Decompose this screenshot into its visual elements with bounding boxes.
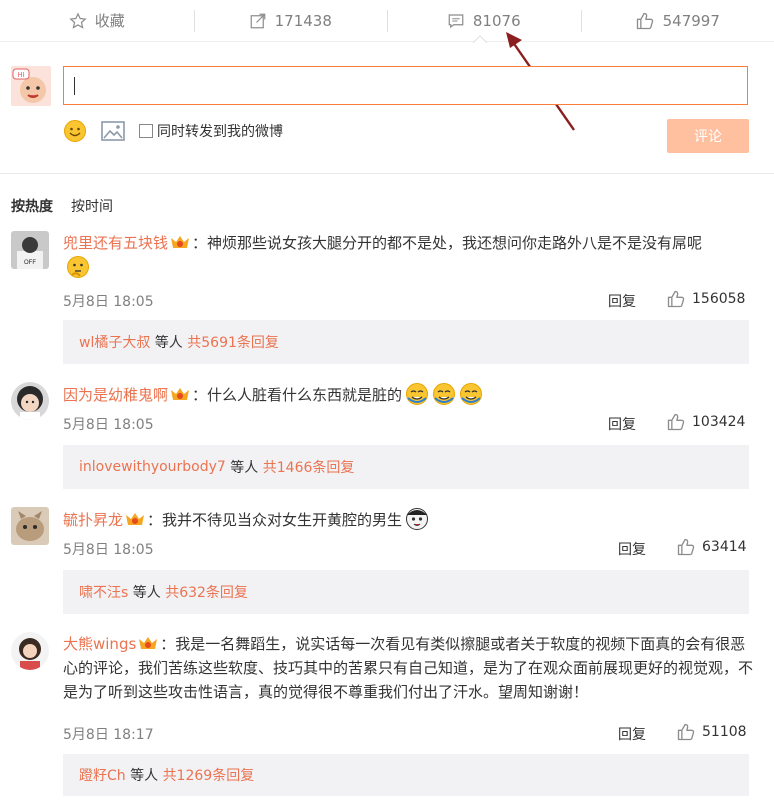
sort-by-hot-tab[interactable]: 按热度: [11, 196, 53, 216]
sweat-smile-icon: [406, 383, 429, 405]
reply-user[interactable]: inlovewithyourbody7: [79, 459, 226, 475]
repost-checkbox-label: 同时转发到我的微博: [157, 124, 283, 140]
vip-badge-icon: [171, 388, 190, 400]
comment-like-button[interactable]: 51108: [676, 722, 747, 742]
thumbs-up-icon: [635, 11, 655, 31]
comment-time: 5月8日 18:17: [63, 727, 154, 743]
thinking-face-icon: [67, 256, 89, 278]
comment-like-button[interactable]: 156058: [666, 289, 745, 309]
comment-text: ：我是一名舞蹈生，说实话每一次看见有类似擦腿或者关于软度的视频下面真的会有很恶心…: [63, 635, 754, 701]
active-tab-caret: [473, 35, 487, 43]
emoji-icon[interactable]: [63, 119, 87, 143]
comment-time: 5月8日 18:05: [63, 542, 154, 558]
reply-count[interactable]: 共5691条回复: [187, 332, 279, 352]
favorite-label: 收藏: [94, 12, 125, 30]
thumbs-up-icon: [667, 290, 685, 308]
mischievous-face-icon: [406, 508, 429, 530]
commenter-avatar[interactable]: [11, 382, 49, 420]
thumbs-up-icon: [677, 538, 695, 556]
comment-like-count: 63414: [702, 539, 747, 555]
comment-like-button[interactable]: 103424: [666, 412, 745, 432]
comment-like-button[interactable]: 63414: [676, 537, 747, 557]
sweat-smile-icon: [460, 383, 483, 405]
reply-count[interactable]: 共1466条回复: [263, 457, 355, 477]
reply-summary[interactable]: wl橘子大叔 等人 共5691条回复: [63, 320, 749, 364]
sweat-smile-icon: [433, 383, 456, 405]
comment-body: 毓扑昇龙 ：我并不待见当众对女生开黄腔的男生: [63, 507, 760, 532]
reply-count[interactable]: 共1269条回复: [163, 765, 255, 785]
thumbs-up-icon: [677, 723, 695, 741]
reply-summary[interactable]: inlovewithyourbody7 等人 共1466条回复: [63, 445, 749, 489]
submit-comment-button[interactable]: 评论: [667, 119, 749, 153]
commenter-avatar[interactable]: [11, 507, 49, 545]
reply-mid: 等人: [125, 768, 163, 784]
reply-count[interactable]: 共632条回复: [165, 582, 248, 602]
image-icon[interactable]: [101, 121, 125, 141]
sort-by-time-tab[interactable]: 按时间: [71, 196, 113, 216]
commenter-avatar[interactable]: OFF: [11, 231, 49, 269]
current-user-avatar[interactable]: HI: [11, 66, 51, 106]
comment-like-count: 51108: [702, 724, 747, 740]
comment-like-count: 103424: [692, 414, 746, 430]
commenter-name[interactable]: 兜里还有五块钱: [63, 234, 168, 252]
repost-checkbox[interactable]: [139, 124, 153, 138]
comment-body: 因为是幼稚鬼啊 ：什么人脏看什么东西就是脏的: [63, 382, 760, 407]
star-icon: [69, 11, 87, 30]
comment-time: 5月8日 18:05: [63, 294, 154, 310]
reply-user[interactable]: 蹬籽Ch: [79, 765, 126, 785]
repost-count: 171438: [274, 11, 332, 30]
reply-mid: 等人: [128, 585, 166, 601]
commenter-name[interactable]: 毓扑昇龙: [63, 511, 123, 529]
divider: [0, 173, 774, 174]
composer-tools: 同时转发到我的微博: [63, 118, 283, 144]
like-count: 547997: [662, 11, 720, 30]
comment-input[interactable]: [63, 66, 748, 105]
reply-button[interactable]: 回复: [608, 414, 636, 434]
reply-button[interactable]: 回复: [608, 291, 636, 311]
comment-time: 5月8日 18:05: [63, 417, 154, 433]
reply-user[interactable]: 啸不汪s: [79, 582, 128, 602]
reply-button[interactable]: 回复: [618, 724, 646, 744]
repost-icon: [249, 12, 267, 30]
reply-mid: 等人: [150, 335, 188, 351]
like-button[interactable]: 547997: [580, 0, 774, 41]
vip-badge-icon: [126, 513, 145, 525]
comment-like-count: 156058: [692, 291, 746, 307]
comment-body: 兜里还有五块钱 ：神烦那些说女孩大腿分开的都不是处，我还想问你走路外八是不是没有屌…: [63, 231, 760, 280]
sort-tabs: 按热度 按时间: [11, 196, 113, 216]
vip-badge-icon: [171, 236, 190, 248]
comment-text: ：我并不待见当众对女生开黄腔的男生: [147, 511, 403, 529]
svg-text:HI: HI: [18, 72, 25, 79]
comment-text: ：什么人脏看什么东西就是脏的: [192, 386, 403, 404]
repost-button[interactable]: 171438: [193, 0, 388, 41]
reply-summary[interactable]: 蹬籽Ch 等人 共1269条回复: [63, 754, 749, 796]
svg-text:OFF: OFF: [24, 260, 36, 266]
comment-icon: [447, 12, 465, 30]
reply-summary[interactable]: 啸不汪s 等人 共632条回复: [63, 570, 749, 614]
reply-mid: 等人: [225, 460, 263, 476]
action-bar: 收藏 171438 81076 547997: [0, 0, 774, 42]
thumbs-up-icon: [667, 413, 685, 431]
vip-badge-icon: [139, 637, 158, 649]
reply-user[interactable]: wl橘子大叔: [79, 332, 150, 352]
comment-count: 81076: [472, 11, 521, 30]
commenter-name[interactable]: 因为是幼稚鬼啊: [63, 386, 168, 404]
comment-text: ：神烦那些说女孩大腿分开的都不是处，我还想问你走路外八是不是没有屌呢: [192, 234, 703, 252]
reply-button[interactable]: 回复: [618, 539, 646, 559]
text-cursor: [74, 77, 75, 95]
commenter-avatar[interactable]: [11, 632, 49, 670]
comment-body: 大熊wings ：我是一名舞蹈生，说实话每一次看见有类似擦腿或者关于软度的视频下面…: [63, 632, 760, 704]
favorite-button[interactable]: 收藏: [0, 0, 194, 41]
commenter-name[interactable]: 大熊wings: [63, 635, 136, 653]
